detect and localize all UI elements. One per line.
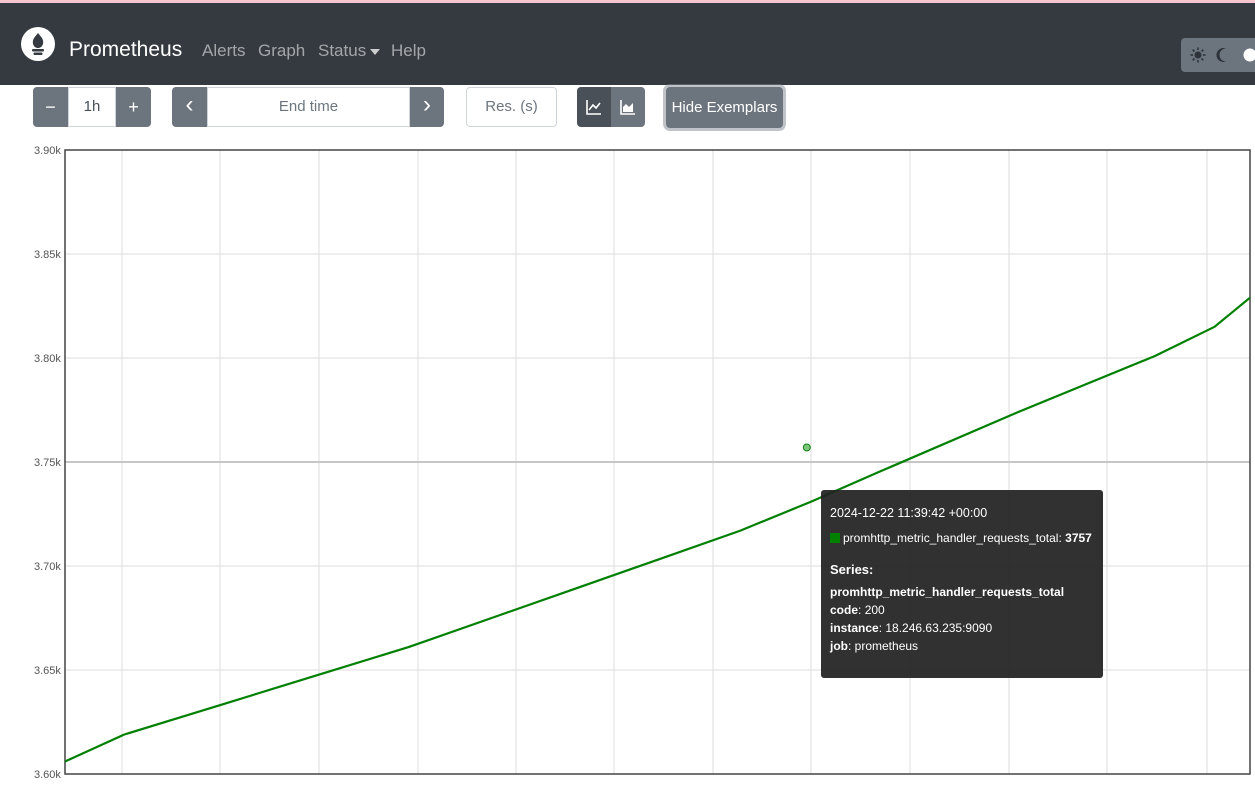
nav-status-label: Status [318, 41, 367, 60]
resolution-input[interactable]: Res. (s) [466, 87, 557, 127]
nav-graph[interactable]: Graph [258, 40, 305, 62]
series-color-swatch [830, 533, 840, 543]
nav-help[interactable]: Help [391, 40, 426, 62]
label-value: prometheus [854, 639, 919, 653]
tooltip-series-name: promhttp_metric_handler_requests_total [830, 585, 1065, 599]
tooltip-datetime: 2024-12-22 11:39:42 +00:00 [830, 506, 988, 520]
label-key: code [830, 603, 859, 617]
nav-alerts[interactable]: Alerts [202, 40, 245, 62]
end-time-input[interactable]: End time [207, 87, 410, 127]
graph-chart[interactable]: 3.90k 3.85k 3.80k 3.75k 3.70k 3.65k 3.60k [0, 140, 1255, 786]
area-chart-icon [620, 100, 635, 115]
y-axis-labels: 3.90k 3.85k 3.80k 3.75k 3.70k 3.65k 3.60k [34, 145, 61, 781]
prev-time-button[interactable]: ‹ [172, 87, 207, 127]
theme-toggle-group [1181, 38, 1255, 72]
caret-down-icon [370, 48, 381, 55]
y-tick-label: 3.90k [34, 145, 61, 157]
tooltip-label-code: code: 200 [830, 603, 885, 617]
tooltip-metric-value: 3757 [1065, 531, 1092, 545]
range-increase-button[interactable]: + [116, 87, 151, 127]
y-tick-label: 3.85k [34, 249, 61, 261]
tooltip-label-instance: instance: 18.246.63.235:9090 [830, 621, 993, 635]
y-tick-label: 3.60k [34, 769, 61, 781]
nav-status[interactable]: Status [318, 40, 381, 62]
y-tick-label: 3.70k [34, 561, 61, 573]
graph-tooltip: 2024-12-22 11:39:42 +00:00 promhttp_metr… [821, 490, 1103, 678]
hover-point [802, 443, 811, 452]
prometheus-logo-icon[interactable] [21, 27, 55, 61]
label-value: 18.246.63.235:9090 [885, 621, 993, 635]
y-tick-label: 3.65k [34, 665, 61, 677]
range-decrease-button[interactable]: − [33, 87, 68, 127]
stacked-chart-button[interactable] [611, 87, 645, 127]
brand-title[interactable]: Prometheus [69, 37, 182, 63]
tooltip-metric-name: promhttp_metric_handler_requests_total [843, 531, 1059, 545]
next-time-button[interactable]: › [410, 87, 444, 127]
y-tick-label: 3.80k [34, 353, 61, 365]
navbar: Prometheus Alerts Graph Status Help [0, 3, 1255, 85]
range-input[interactable]: 1h [68, 87, 116, 127]
sun-icon[interactable] [1185, 38, 1211, 72]
y-tick-label: 3.75k [34, 457, 61, 469]
moon-icon[interactable] [1211, 38, 1237, 72]
line-chart-icon [586, 100, 601, 115]
label-value: 200 [864, 603, 885, 617]
hide-exemplars-button[interactable]: Hide Exemplars [666, 87, 783, 128]
label-key: job [830, 639, 848, 653]
tooltip-series-heading: Series: [830, 562, 874, 577]
circle-icon[interactable] [1237, 38, 1255, 72]
line-chart-button[interactable] [577, 87, 611, 127]
tooltip-label-job: job: prometheus [830, 639, 919, 653]
label-key: instance [830, 621, 879, 635]
tooltip-series-value: promhttp_metric_handler_requests_total: … [830, 529, 1103, 547]
